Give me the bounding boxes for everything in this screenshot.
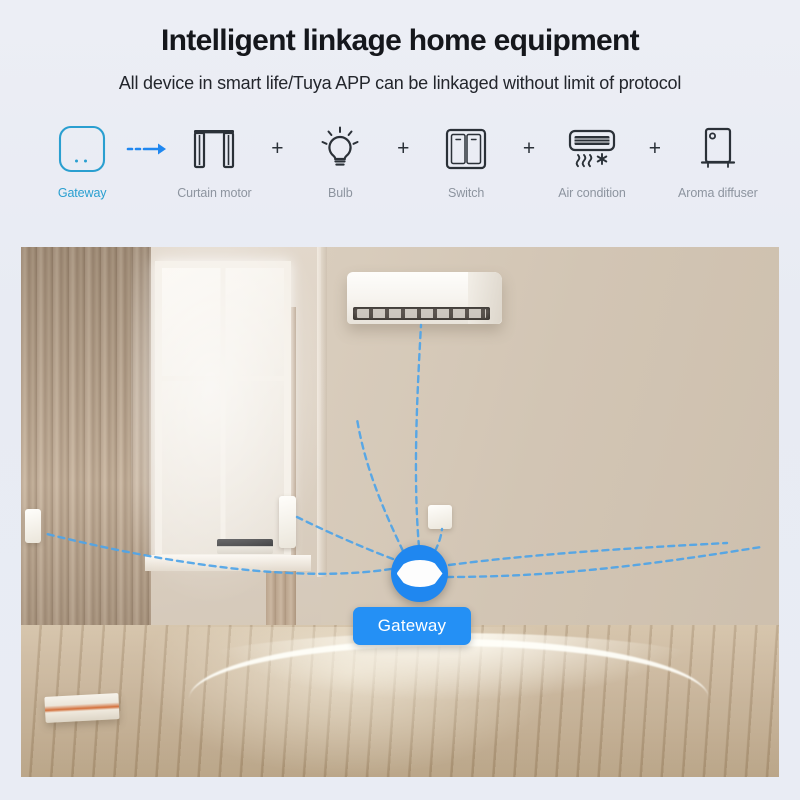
chain-item-curtain-motor[interactable]: Curtain motor <box>170 121 258 200</box>
chain-item-switch[interactable]: Switch <box>422 121 510 200</box>
page-subtitle: All device in smart life/Tuya APP can be… <box>118 73 682 93</box>
chain-label-gateway: Gateway <box>57 185 107 200</box>
chain-plus-3: + <box>510 121 548 177</box>
plus-symbol-1: + <box>271 137 284 161</box>
chain-arrow <box>126 121 170 177</box>
header: Intelligent linkage home equipment All d… <box>0 0 800 95</box>
room-scene-photo: Gateway <box>21 247 779 777</box>
chain-item-bulb[interactable]: Bulb <box>296 121 384 200</box>
device-chain: Gateway Curtain motor + Bulb + Switch + … <box>0 121 800 200</box>
plus-symbol-2: + <box>397 137 410 161</box>
chain-plus-4: + <box>636 121 674 177</box>
switch-icon <box>443 121 489 177</box>
chain-label-air-condition: Air condition <box>558 185 626 200</box>
chain-plus-2: + <box>384 121 422 177</box>
gateway-lens-glyph <box>396 560 443 587</box>
bulb-icon <box>315 121 365 177</box>
gateway-marker-text: Gateway <box>377 616 447 635</box>
gateway-marker-label[interactable]: Gateway <box>353 607 471 645</box>
chain-label-bulb: Bulb <box>327 185 353 200</box>
chain-item-gateway[interactable]: Gateway <box>38 121 126 200</box>
chain-item-aroma-diffuser[interactable]: Aroma diffuser <box>674 121 762 200</box>
curtain-motor-icon <box>188 121 240 177</box>
chain-label-curtain-motor: Curtain motor <box>177 185 252 200</box>
gateway-marker-node[interactable] <box>391 545 448 602</box>
chain-label-aroma-diffuser: Aroma diffuser <box>678 185 758 200</box>
chain-label-switch: Switch <box>448 185 485 200</box>
air-conditioner-icon <box>562 121 622 177</box>
chain-item-air-condition[interactable]: Air condition <box>548 121 636 200</box>
chain-plus-1: + <box>259 121 297 177</box>
page-title: Intelligent linkage home equipment <box>161 24 640 57</box>
aroma-diffuser-icon <box>695 121 741 177</box>
linkage-lines <box>41 323 763 579</box>
product-infographic: Intelligent linkage home equipment All d… <box>0 0 800 800</box>
plus-symbol-3: + <box>522 137 536 161</box>
gateway-icon <box>57 121 107 177</box>
plus-symbol-4: + <box>648 137 662 161</box>
